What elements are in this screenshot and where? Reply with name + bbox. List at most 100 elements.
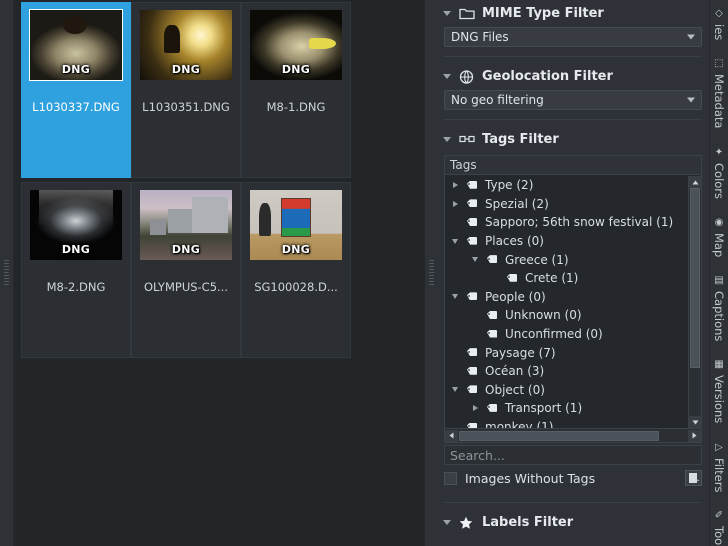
- thumbnail-image[interactable]: DNG: [140, 10, 232, 80]
- tree-expander[interactable]: [449, 239, 461, 244]
- sidebar-tab-tools[interactable]: ✐ Tools: [710, 502, 728, 546]
- scroll-down-icon[interactable]: [689, 416, 701, 428]
- tags-tree-item[interactable]: Type (2): [445, 176, 688, 195]
- chevron-right-icon[interactable]: [473, 405, 478, 411]
- tags-tree-item[interactable]: Places (0): [445, 232, 688, 251]
- colors-icon: ✦: [714, 147, 725, 158]
- star-icon: [459, 516, 475, 530]
- tools-icon: ✐: [714, 510, 725, 521]
- thumbnail-cell[interactable]: DNG L1030351.DNG: [131, 2, 241, 178]
- filters-icon: ▷: [714, 442, 725, 453]
- tags-tree-horizontal-scrollbar[interactable]: [444, 429, 702, 443]
- left-splitter[interactable]: [0, 0, 14, 546]
- tree-expander[interactable]: [449, 182, 461, 188]
- mime-type-filter-header[interactable]: MIME Type Filter: [437, 0, 709, 27]
- tags-tree-item[interactable]: monkey (1): [445, 418, 688, 428]
- scrollbar-thumb[interactable]: [459, 431, 659, 441]
- geolocation-filter-header[interactable]: Geolocation Filter: [437, 63, 709, 90]
- thumbnail-image[interactable]: DNG: [250, 10, 342, 80]
- sidebar-tab-map[interactable]: ◉Map: [710, 209, 728, 267]
- sidebar-tab-versions[interactable]: ▦Versions: [710, 351, 728, 433]
- properties-icon: ◇: [714, 8, 725, 19]
- tags-tree-item[interactable]: People (0): [445, 288, 688, 307]
- tags-tree-item[interactable]: Paysage (7): [445, 343, 688, 362]
- sidebar-tab-captions[interactable]: ▤Captions: [710, 267, 728, 351]
- new-tag-icon[interactable]: [685, 470, 702, 486]
- thumbnail-cell[interactable]: DNGM8-2.DNG: [21, 182, 131, 358]
- sidebar-tab-label: Metadata: [712, 74, 726, 128]
- tag-icon: [487, 403, 500, 414]
- thumbnail-image[interactable]: DNG: [30, 10, 122, 80]
- captions-icon: ▤: [714, 275, 725, 286]
- chevron-right-icon[interactable]: [453, 201, 458, 207]
- chevron-right-icon[interactable]: [453, 182, 458, 188]
- tags-tree-item[interactable]: Océan (3): [445, 362, 688, 381]
- tags-filter-header[interactable]: Tags Filter: [437, 126, 709, 153]
- tags-tree-item[interactable]: Spezial (2): [445, 195, 688, 214]
- divider: [444, 502, 702, 503]
- tags-tree-item-label: Unknown (0): [505, 308, 582, 322]
- chevron-down-icon[interactable]: [452, 387, 458, 392]
- thumbnail-cell[interactable]: DNGM8-1.DNG: [241, 2, 351, 178]
- chevron-down-icon[interactable]: [443, 137, 451, 142]
- tag-icon: [487, 329, 500, 340]
- thumbnail-grid: DNGL1030337.DNGDNGL1030351.DNGDNGM8-1.DN…: [21, 2, 425, 362]
- tags-column-label: Tags: [450, 158, 477, 172]
- thumbnail-cell[interactable]: DNGL1030337.DNG: [21, 2, 131, 178]
- geolocation-select[interactable]: No geo filtering: [444, 90, 702, 110]
- sidebar-tab-label: Colors: [712, 163, 726, 199]
- tags-search-input[interactable]: Search...: [444, 445, 702, 465]
- images-without-tags-checkbox[interactable]: [444, 472, 457, 485]
- thumbnail-cell[interactable]: DNG OLYMPUS-C5...: [131, 182, 241, 358]
- tags-tree-item[interactable]: Object (0): [445, 381, 688, 400]
- chevron-down-icon[interactable]: [472, 257, 478, 262]
- chevron-down-icon[interactable]: [452, 239, 458, 244]
- chevron-down-icon[interactable]: [443, 11, 451, 16]
- tag-icon: [467, 236, 480, 247]
- scroll-right-icon[interactable]: [688, 430, 701, 442]
- tree-expander[interactable]: [449, 387, 461, 392]
- tags-tree-item[interactable]: Unconfirmed (0): [445, 325, 688, 344]
- chevron-down-icon[interactable]: [443, 520, 451, 525]
- sidebar-tab-metadata[interactable]: ⬚Metadata: [710, 50, 728, 138]
- center-splitter[interactable]: [425, 0, 437, 546]
- tag-icon: [467, 366, 480, 377]
- application-window: DNGL1030337.DNGDNGL1030351.DNGDNGM8-1.DN…: [0, 0, 728, 546]
- tree-expander[interactable]: [449, 294, 461, 299]
- scrollbar-thumb[interactable]: [690, 188, 700, 368]
- tags-tree-item[interactable]: Transport (1): [445, 399, 688, 418]
- tags-tree-vertical-scrollbar[interactable]: [688, 176, 701, 428]
- thumbnail-image[interactable]: DNG: [250, 190, 342, 260]
- tags-tree-item-label: Spezial (2): [485, 197, 549, 211]
- thumbnail-grid-area[interactable]: DNGL1030337.DNGDNGL1030351.DNGDNGM8-1.DN…: [14, 0, 425, 546]
- tags-tree[interactable]: Tags Type (2) Spezial (2) Sapporo; 56th sn…: [444, 155, 702, 429]
- tree-expander[interactable]: [449, 201, 461, 207]
- scroll-up-icon[interactable]: [689, 176, 701, 188]
- sidebar-tab-colors[interactable]: ✦ Colors: [710, 139, 728, 209]
- sidebar-tab-label: Tools: [712, 526, 726, 546]
- sidebar-tab-label: Versions: [712, 375, 726, 423]
- images-without-tags-row[interactable]: Images Without Tags: [444, 468, 702, 488]
- tags-tree-item[interactable]: Greece (1): [445, 250, 688, 269]
- chevron-down-icon[interactable]: [443, 74, 451, 79]
- tags-tree-item[interactable]: Unknown (0): [445, 306, 688, 325]
- sidebar-tab-ies[interactable]: ◇ies: [710, 0, 728, 50]
- tag-icon: [467, 347, 480, 358]
- tree-expander[interactable]: [469, 405, 481, 411]
- tree-expander[interactable]: [469, 257, 481, 262]
- thumbnail-image[interactable]: DNG: [30, 190, 122, 260]
- mime-type-select[interactable]: DNG Files: [444, 27, 702, 47]
- tags-tree-item-label: Transport (1): [505, 401, 582, 415]
- thumbnail-image[interactable]: DNG: [140, 190, 232, 260]
- thumbnail-filename: L1030351.DNG: [133, 100, 239, 114]
- thumbnail-filename: OLYMPUS-C5...: [133, 280, 239, 294]
- format-badge: DNG: [172, 243, 200, 256]
- chevron-down-icon[interactable]: [452, 294, 458, 299]
- thumbnail-cell[interactable]: DNGSG100028.D...: [241, 182, 351, 358]
- tags-tree-item[interactable]: Sapporo; 56th snow festival (1): [445, 213, 688, 232]
- labels-filter-header[interactable]: Labels Filter: [437, 509, 709, 536]
- tags-tree-column-header[interactable]: Tags: [445, 156, 701, 175]
- tags-tree-item[interactable]: Crete (1): [445, 269, 688, 288]
- scroll-left-icon[interactable]: [445, 430, 458, 442]
- sidebar-tab-filters[interactable]: ▷Filters: [710, 434, 728, 502]
